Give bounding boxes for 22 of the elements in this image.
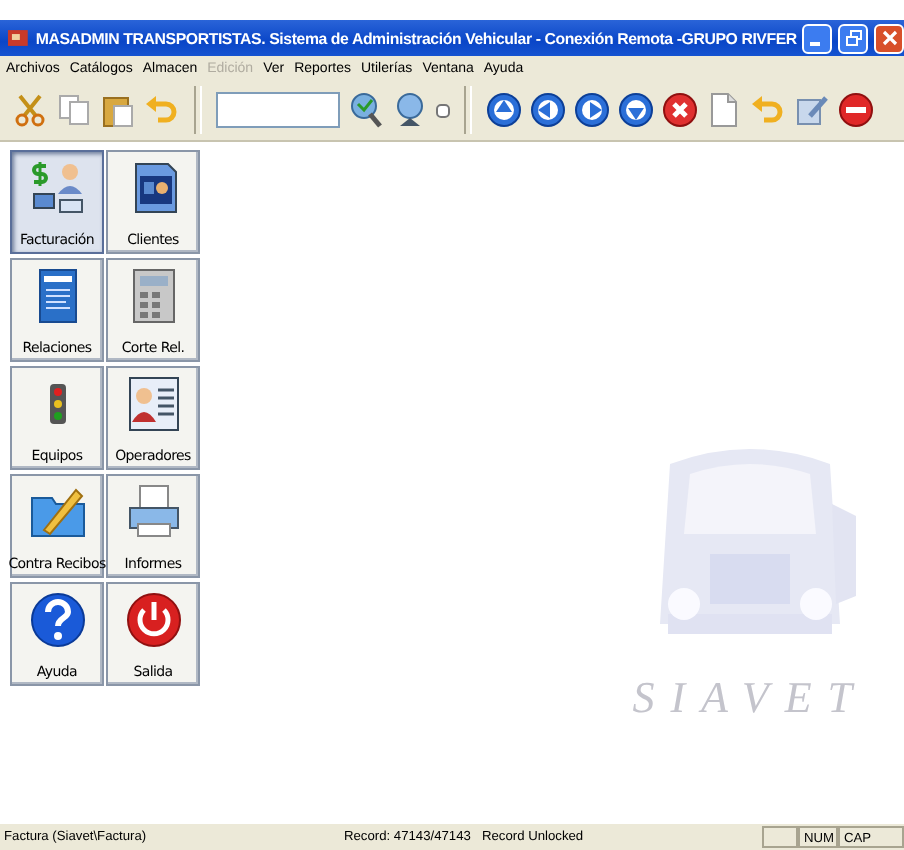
close-button[interactable] bbox=[874, 23, 904, 53]
power-icon bbox=[123, 590, 183, 650]
paste-icon[interactable] bbox=[100, 92, 136, 128]
stop-icon[interactable] bbox=[838, 92, 874, 128]
help-icon bbox=[27, 590, 87, 650]
search-icon[interactable] bbox=[392, 92, 428, 128]
delete-icon[interactable] bbox=[662, 92, 698, 128]
billing-icon bbox=[27, 158, 87, 218]
logo-text: SIAVET bbox=[632, 672, 868, 724]
restore-icon bbox=[845, 30, 862, 46]
scissors-icon[interactable] bbox=[12, 92, 48, 128]
printer-icon bbox=[123, 482, 183, 542]
magnifier-icon[interactable] bbox=[348, 92, 384, 128]
person-list-icon bbox=[123, 374, 183, 434]
checkbox[interactable] bbox=[436, 103, 450, 117]
input-field[interactable] bbox=[216, 92, 340, 128]
restore-button[interactable] bbox=[838, 23, 869, 53]
close-icon bbox=[881, 30, 898, 46]
status-pane bbox=[762, 826, 798, 848]
app-icon bbox=[6, 26, 30, 50]
traffic-light-icon bbox=[49, 384, 65, 424]
minimize-button[interactable] bbox=[802, 23, 833, 53]
